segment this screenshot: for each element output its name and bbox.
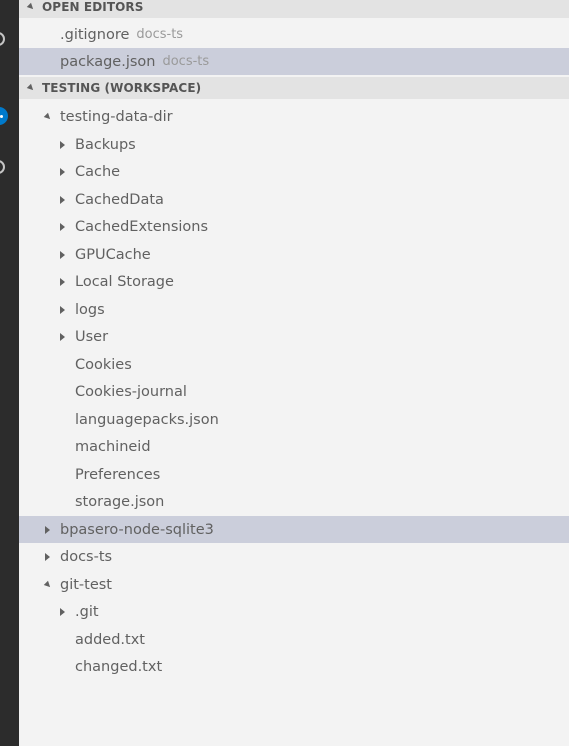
open-editor-label: .gitignore (60, 26, 130, 43)
twisty-slot (43, 580, 60, 589)
twisty-slot (60, 305, 75, 314)
tree-folder-item[interactable]: CachedExtensions (19, 213, 569, 240)
tree-file-item[interactable]: Cookies-journal (19, 378, 569, 405)
tree-item-label: bpasero-node-sqlite3 (60, 521, 214, 538)
tree-file-item[interactable]: Preferences (19, 461, 569, 488)
activity-circle-icon[interactable] (0, 160, 5, 174)
tree-item-label: Local Storage (75, 273, 174, 290)
chevron-right-icon[interactable] (60, 222, 65, 231)
twisty-slot (60, 332, 75, 341)
tree-folder-item[interactable]: Backups (19, 131, 569, 158)
workspace-header[interactable]: TESTING (WORKSPACE) (19, 77, 569, 99)
twisty-slot (60, 195, 75, 204)
tree-item-label: git-test (60, 576, 112, 593)
chevron-right-icon[interactable] (60, 140, 65, 149)
tree-item-label: GPUCache (75, 246, 151, 263)
tree-item-label: CachedData (75, 191, 164, 208)
chevron-right-icon[interactable] (45, 552, 50, 561)
tree-folder-item[interactable]: CachedData (19, 186, 569, 213)
open-editors-title: OPEN EDITORS (42, 0, 144, 14)
open-editor-item[interactable]: .gitignore docs-ts (19, 21, 569, 48)
tree-file-item[interactable]: added.txt (19, 626, 569, 653)
explorer-pane: OPEN EDITORS .gitignore docs-ts package.js… (19, 0, 569, 746)
chevron-right-icon[interactable] (60, 250, 65, 259)
tree-item-label: Preferences (75, 466, 161, 483)
twisty-slot (60, 140, 75, 149)
tree-folder-item[interactable]: git-test (19, 571, 569, 598)
chevron-down-icon (26, 2, 36, 12)
twisty-slot (60, 607, 75, 616)
tree-item-label: .git (75, 603, 99, 620)
chevron-right-icon[interactable] (60, 167, 65, 176)
chevron-down-icon[interactable] (43, 112, 53, 121)
twisty-slot (60, 222, 75, 231)
scrollbar-track[interactable] (569, 0, 578, 746)
tree-folder-item[interactable]: GPUCache (19, 241, 569, 268)
tree-file-item[interactable]: storage.json (19, 488, 569, 515)
notification-badge-icon[interactable] (0, 107, 8, 125)
tree-item-label: testing-data-dir (60, 108, 173, 125)
open-editor-item[interactable]: package.json docs-ts (19, 48, 569, 75)
tree-folder-item[interactable]: testing-data-dir (19, 103, 569, 130)
tree-folder-item[interactable]: User (19, 323, 569, 350)
activity-bar (0, 0, 19, 746)
chevron-right-icon[interactable] (60, 607, 65, 616)
tree-item-label: CachedExtensions (75, 218, 209, 235)
tree-file-item[interactable]: machineid (19, 433, 569, 460)
tree-item-label: storage.json (75, 493, 165, 510)
tree-folder-item[interactable]: Local Storage (19, 268, 569, 295)
tree-item-label: User (75, 328, 109, 345)
tree-folder-item[interactable]: logs (19, 296, 569, 323)
chevron-right-icon[interactable] (60, 305, 65, 314)
chevron-down-icon[interactable] (43, 580, 53, 589)
twisty-slot (60, 277, 75, 286)
tree-item-label: logs (75, 301, 105, 318)
chevron-right-icon[interactable] (60, 332, 65, 341)
twisty-slot (60, 167, 75, 176)
tree-file-item[interactable]: changed.txt (19, 653, 569, 680)
tree-folder-item[interactable]: .git (19, 598, 569, 625)
twisty-slot (43, 112, 60, 121)
chevron-down-icon (26, 83, 36, 93)
tree-item-label: changed.txt (75, 658, 163, 675)
tree-item-label: Backups (75, 136, 136, 153)
twisty-slot (60, 250, 75, 259)
tree-item-label: docs-ts (60, 548, 113, 565)
tree-item-label: Cache (75, 163, 121, 180)
tree-item-label: Cookies (75, 356, 132, 373)
tree-item-label: machineid (75, 438, 151, 455)
tree-item-label: Cookies-journal (75, 383, 187, 400)
tree-item-label: added.txt (75, 631, 145, 648)
tree-file-item[interactable]: languagepacks.json (19, 406, 569, 433)
tree-item-label: languagepacks.json (75, 411, 219, 428)
open-editors-header[interactable]: OPEN EDITORS (19, 0, 569, 18)
chevron-right-icon[interactable] (60, 195, 65, 204)
twisty-slot (45, 552, 60, 561)
tree-folder-item[interactable]: Cache (19, 158, 569, 185)
open-editor-description: docs-ts (136, 27, 184, 42)
tree-folder-item[interactable]: docs-ts (19, 543, 569, 570)
chevron-right-icon[interactable] (45, 525, 50, 534)
open-editor-description: docs-ts (162, 54, 210, 69)
twisty-slot (45, 525, 60, 534)
workspace-title: TESTING (WORKSPACE) (42, 81, 202, 95)
open-editor-label: package.json (60, 53, 156, 70)
tree-file-item[interactable]: Cookies (19, 351, 569, 378)
tree-folder-item[interactable]: bpasero-node-sqlite3 (19, 516, 569, 543)
activity-circle-icon[interactable] (0, 32, 5, 46)
chevron-right-icon[interactable] (60, 277, 65, 286)
